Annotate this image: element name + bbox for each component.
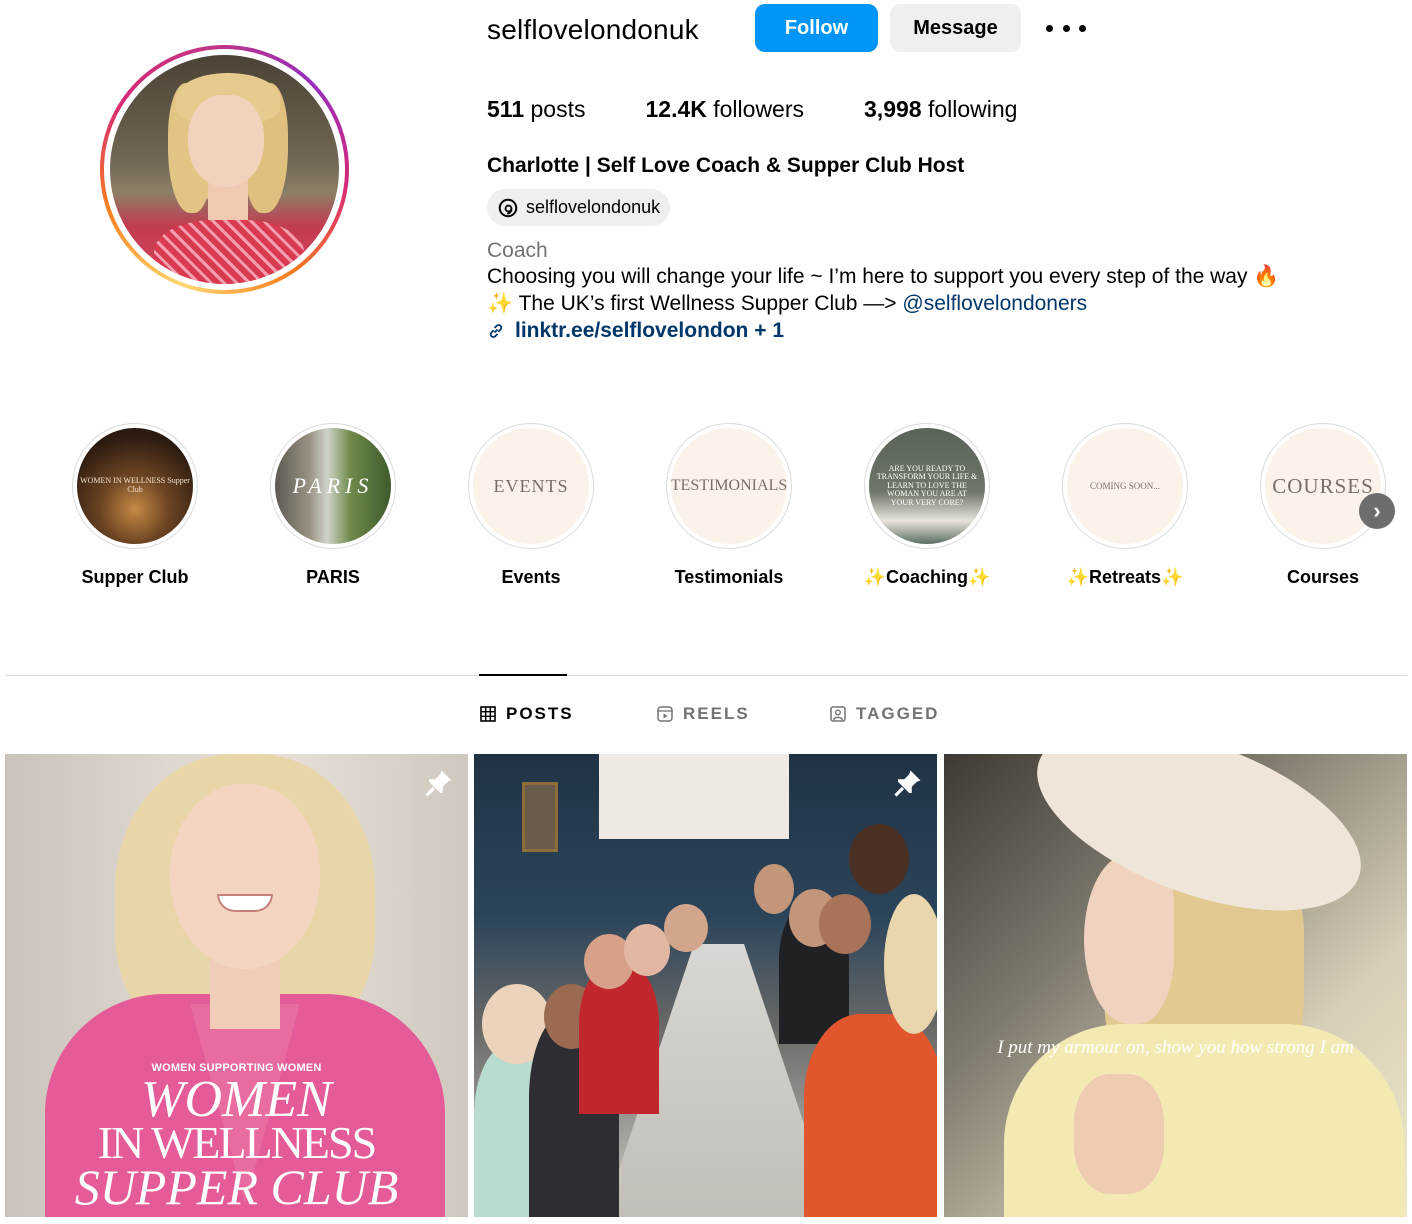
highlight-label: ✨Coaching✨ xyxy=(863,567,991,587)
highlight-cover: TESTIMONIALS xyxy=(671,428,787,544)
highlight-paris[interactable]: PARIS PARIS xyxy=(268,423,398,588)
pin-icon xyxy=(894,770,921,797)
active-tab-indicator xyxy=(479,674,567,676)
profile-stats: 511 posts 12.4K followers 3,998 followin… xyxy=(487,96,1077,123)
bio-line-2: ✨ The UK’s first Wellness Supper Club —>… xyxy=(487,292,1088,315)
highlight-cover: EVENTS xyxy=(473,428,589,544)
profile-avatar-ring[interactable] xyxy=(100,45,349,294)
highlight-label: Testimonials xyxy=(674,567,784,587)
following-count[interactable]: 3,998 following xyxy=(864,96,1017,123)
message-button[interactable]: Message xyxy=(890,4,1021,52)
highlight-coaching[interactable]: ARE YOU READY TO TRANSFORM YOUR LIFE & L… xyxy=(862,423,992,588)
highlight-retreats[interactable]: COMING SOON... ✨Retreats✨ xyxy=(1060,423,1190,588)
profile-username: selflovelondonuk xyxy=(487,14,699,45)
post-tile[interactable] xyxy=(474,754,937,1217)
pin-icon xyxy=(425,770,452,797)
post-tile[interactable]: I put my armour on, show you how strong … xyxy=(944,754,1407,1217)
bio-line-1: Choosing you will change your life ~ I’m… xyxy=(487,265,1280,288)
highlight-cover: PARIS xyxy=(275,428,391,544)
highlight-cover: WOMEN IN WELLNESS Supper Club xyxy=(77,428,193,544)
highlight-testimonials[interactable]: TESTIMONIALS Testimonials xyxy=(664,423,794,588)
highlight-label: PARIS xyxy=(306,567,360,587)
highlight-label: Events xyxy=(501,567,561,587)
post-tile[interactable]: WOMEN SUPPORTING WOMEN WOMEN IN WELLNESS… xyxy=(5,754,468,1217)
post-caption-overlay: I put my armour on, show you how strong … xyxy=(997,1037,1354,1058)
highlight-label: Supper Club xyxy=(81,567,189,587)
tabs-divider xyxy=(5,675,1407,676)
threads-handle: selflovelondonuk xyxy=(526,197,661,217)
profile-category: Coach xyxy=(487,239,548,262)
tagged-icon xyxy=(830,706,846,722)
highlight-cover: COMING SOON... xyxy=(1067,428,1183,544)
posts-count: 511 posts xyxy=(487,96,586,122)
highlight-cover: ARE YOU READY TO TRANSFORM YOUR LIFE & L… xyxy=(869,428,985,544)
tab-posts[interactable]: POSTS xyxy=(480,704,574,724)
more-options-icon[interactable] xyxy=(1046,17,1086,39)
follow-button[interactable]: Follow xyxy=(755,4,878,52)
profile-avatar[interactable] xyxy=(110,55,339,284)
highlight-label: Courses xyxy=(1286,567,1360,587)
highlight-cover: COURSES xyxy=(1265,428,1381,544)
threads-badge[interactable]: selflovelondonuk xyxy=(487,189,671,226)
bio-link[interactable]: linktr.ee/selflovelondon + 1 xyxy=(487,319,784,343)
tab-reels[interactable]: REELS xyxy=(657,704,750,724)
profile-full-name: Charlotte | Self Love Coach & Supper Clu… xyxy=(487,154,965,177)
link-icon xyxy=(489,324,503,338)
highlight-supper-club[interactable]: WOMEN IN WELLNESS Supper Club Supper Clu… xyxy=(70,423,200,588)
bio-mention-link[interactable]: @selflovelondoners xyxy=(902,292,1087,315)
highlight-events[interactable]: EVENTS Events xyxy=(466,423,596,588)
tab-tagged[interactable]: TAGGED xyxy=(830,704,939,724)
post-title-line: SUPPER CLUB xyxy=(74,1159,399,1215)
grid-icon xyxy=(480,706,496,722)
highlight-label: ✨Retreats✨ xyxy=(1066,567,1184,587)
followers-count[interactable]: 12.4K followers xyxy=(645,96,804,123)
highlights-next-arrow-icon[interactable]: › xyxy=(1359,493,1395,529)
reels-icon xyxy=(657,706,673,722)
threads-icon xyxy=(498,198,518,217)
